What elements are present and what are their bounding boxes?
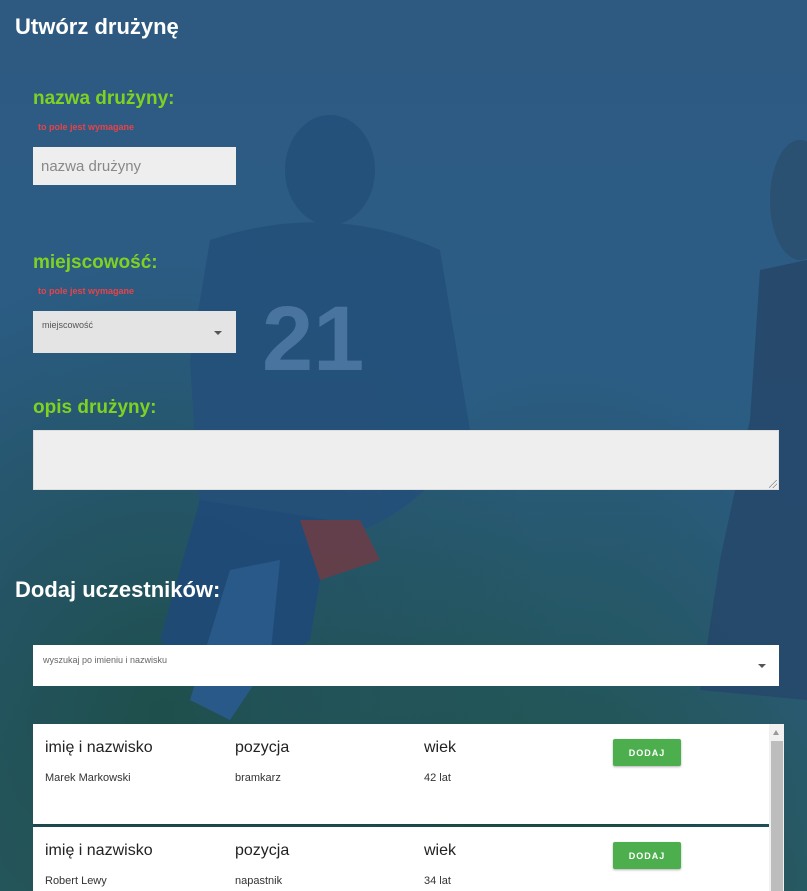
city-select-label: miejscowość (42, 320, 94, 330)
add-participant-button[interactable]: DODAJ (613, 842, 681, 869)
participant-name: Marek Markowski (45, 772, 131, 784)
city-select[interactable]: miejscowość (33, 311, 236, 353)
participant-card: imię i nazwisko pozycja wiek Marek Marko… (33, 724, 769, 824)
participant-search-select[interactable]: wyszukaj po imieniu i nazwisku (33, 645, 779, 686)
column-header-name: imię i nazwisko (45, 842, 153, 859)
scroll-thumb[interactable] (771, 741, 783, 891)
participant-position: napastnik (235, 875, 283, 887)
description-textarea[interactable] (33, 430, 779, 490)
chevron-down-icon (214, 331, 222, 335)
participant-age: 34 lat (424, 875, 451, 887)
add-participant-button[interactable]: DODAJ (613, 739, 681, 766)
chevron-down-icon (758, 664, 766, 668)
team-name-error: to pole jest wymagane (38, 122, 135, 132)
team-name-label: nazwa drużyny: (33, 88, 175, 109)
list-scrollbar[interactable] (769, 724, 784, 891)
city-error: to pole jest wymagane (38, 286, 135, 296)
participant-age: 42 lat (424, 772, 451, 784)
team-name-input[interactable] (33, 147, 236, 185)
participant-search-label: wyszukaj po imieniu i nazwisku (43, 655, 168, 665)
participant-list[interactable]: imię i nazwisko pozycja wiek Marek Marko… (33, 724, 784, 891)
city-label: miejscowość: (33, 252, 158, 273)
resize-handle-icon[interactable] (769, 480, 777, 488)
participants-title: Dodaj uczestników: (15, 577, 221, 602)
column-header-age: wiek (424, 739, 457, 756)
participant-position: bramkarz (235, 772, 281, 784)
scroll-up-icon[interactable] (773, 730, 779, 735)
column-header-name: imię i nazwisko (45, 739, 153, 756)
participant-name: Robert Lewy (45, 875, 107, 887)
participant-card: imię i nazwisko pozycja wiek Robert Lewy… (33, 827, 769, 891)
column-header-position: pozycja (235, 739, 290, 756)
page-title: Utwórz drużynę (15, 14, 179, 39)
column-header-position: pozycja (235, 842, 290, 859)
column-header-age: wiek (424, 842, 457, 859)
description-label: opis drużyny: (33, 397, 157, 418)
